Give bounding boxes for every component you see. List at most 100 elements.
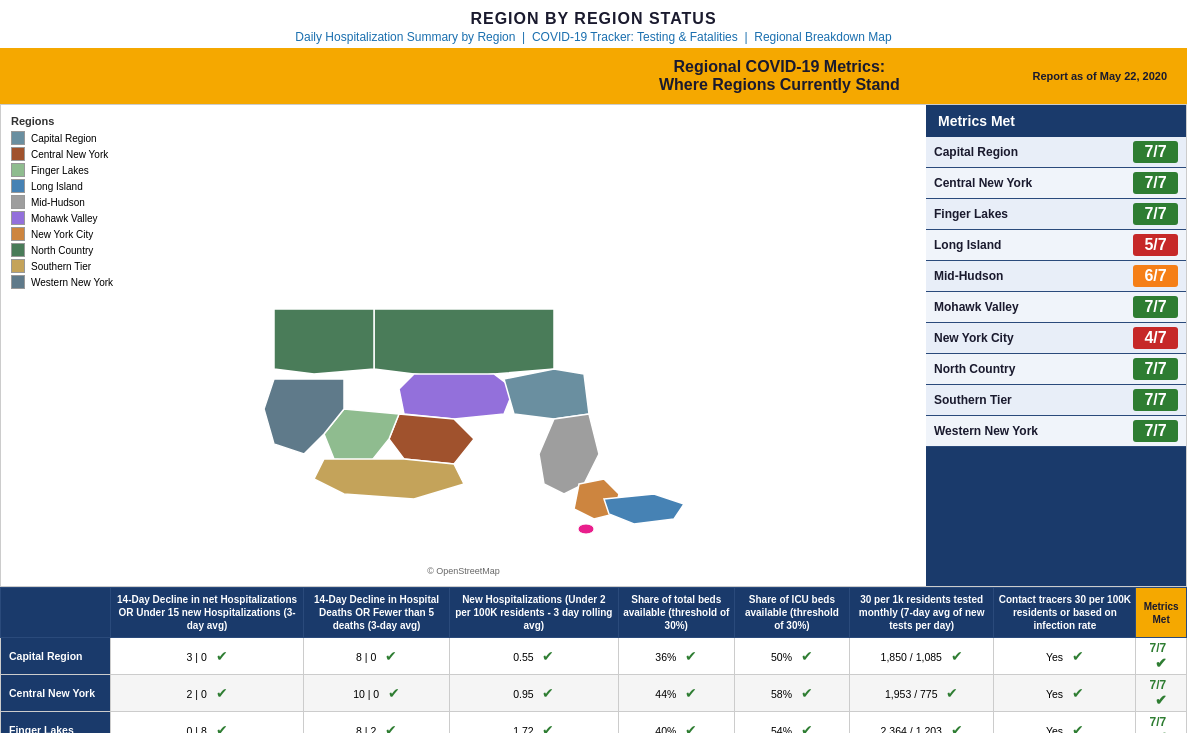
legend-color-mv — [11, 211, 25, 225]
col4-val: 40% ✔ — [618, 712, 734, 734]
col1-val: 0 | 8 ✔ — [111, 712, 304, 734]
check-icon: ✔ — [216, 722, 228, 733]
check-icon: ✔ — [801, 648, 813, 664]
table-row: Finger Lakes 0 | 8 ✔ 8 | 2 ✔ 1.72 ✔ 40% … — [1, 712, 1187, 734]
metrics-row: New York City 4/7 — [926, 323, 1186, 354]
metrics-region-name: Central New York — [934, 176, 1133, 190]
table-header-row: 14-Day Decline in net Hospitalizations O… — [1, 588, 1187, 638]
legend-label: Long Island — [31, 181, 83, 192]
col3-val: 0.55 ✔ — [450, 638, 619, 675]
legend-color-capital — [11, 131, 25, 145]
metrics-met-cell: 7/7 ✔ — [1136, 712, 1187, 734]
legend-color-wny — [11, 275, 25, 289]
col5-val: 54% ✔ — [734, 712, 849, 734]
legend-item: North Country — [11, 243, 916, 257]
region-name: Central New York — [1, 675, 111, 712]
check-icon: ✔ — [1155, 692, 1167, 708]
legend-label: North Country — [31, 245, 93, 256]
region-name: Capital Region — [1, 638, 111, 675]
check-icon: ✔ — [385, 648, 397, 664]
legend-item: Central New York — [11, 147, 916, 161]
legend-label: Mohawk Valley — [31, 213, 98, 224]
metrics-region-name: North Country — [934, 362, 1133, 376]
page-title-section: REGION BY REGION STATUS Daily Hospitaliz… — [0, 0, 1187, 48]
check-icon: ✔ — [1072, 685, 1084, 701]
metrics-region-name: Mid-Hudson — [934, 269, 1133, 283]
table-row: Capital Region 3 | 0 ✔ 8 | 0 ✔ 0.55 ✔ 36… — [1, 638, 1187, 675]
table-body: Capital Region 3 | 0 ✔ 8 | 0 ✔ 0.55 ✔ 36… — [1, 638, 1187, 734]
check-icon: ✔ — [685, 648, 697, 664]
th-mm: Metrics Met — [1136, 588, 1187, 638]
golden-header-title: Regional COVID-19 Metrics: Where Regions… — [526, 58, 1032, 94]
legend-color-li — [11, 179, 25, 193]
region-name: Finger Lakes — [1, 712, 111, 734]
legend-color-st — [11, 259, 25, 273]
metrics-region-name: Finger Lakes — [934, 207, 1133, 221]
metrics-score: 5/7 — [1133, 234, 1178, 256]
ny-state-map — [214, 299, 714, 559]
metrics-rows: Capital Region 7/7 Central New York 7/7 … — [926, 137, 1186, 447]
check-icon: ✔ — [542, 648, 554, 664]
metrics-score: 7/7 — [1133, 203, 1178, 225]
metrics-row: Western New York 7/7 — [926, 416, 1186, 447]
metrics-row: Central New York 7/7 — [926, 168, 1186, 199]
legend-item: Mid-Hudson — [11, 195, 916, 209]
legend-label: New York City — [31, 229, 93, 240]
subtitle-link-2[interactable]: COVID-19 Tracker: Testing & Fatalities — [532, 30, 738, 44]
col6-val: 2,364 / 1,203 ✔ — [849, 712, 993, 734]
col4-val: 44% ✔ — [618, 675, 734, 712]
col6-val: 1,953 / 775 ✔ — [849, 675, 993, 712]
metrics-row: Mid-Hudson 6/7 — [926, 261, 1186, 292]
th-col3: New Hospitalizations (Under 2 per 100K r… — [450, 588, 619, 638]
check-icon: ✔ — [946, 685, 958, 701]
subtitle-link-1[interactable]: Daily Hospitalization Summary by Region — [295, 30, 515, 44]
check-icon: ✔ — [388, 685, 400, 701]
legend-color-nc — [11, 243, 25, 257]
legend-item: New York City — [11, 227, 916, 241]
main-content: Regions Capital Region Central New York … — [0, 104, 1187, 587]
th-col6: 30 per 1k residents tested monthly (7-da… — [849, 588, 993, 638]
metrics-row: Mohawk Valley 7/7 — [926, 292, 1186, 323]
th-col5: Share of ICU beds available (threshold o… — [734, 588, 849, 638]
check-icon: ✔ — [1155, 729, 1167, 733]
metrics-panel-header: Metrics Met — [926, 105, 1186, 137]
legend-label: Western New York — [31, 277, 113, 288]
col2-val: 8 | 0 ✔ — [304, 638, 450, 675]
page-subtitle: Daily Hospitalization Summary by Region … — [0, 30, 1187, 44]
metrics-region-name: New York City — [934, 331, 1133, 345]
legend-label: Capital Region — [31, 133, 97, 144]
check-icon: ✔ — [685, 722, 697, 733]
legend-item: Finger Lakes — [11, 163, 916, 177]
col3-val: 1.72 ✔ — [450, 712, 619, 734]
metrics-score: 7/7 — [1133, 358, 1178, 380]
metrics-score: 6/7 — [1133, 265, 1178, 287]
col1-val: 2 | 0 ✔ — [111, 675, 304, 712]
subtitle-link-3[interactable]: Regional Breakdown Map — [754, 30, 891, 44]
col7-val: Yes ✔ — [994, 712, 1136, 734]
th-region — [1, 588, 111, 638]
check-icon: ✔ — [216, 648, 228, 664]
map-container: © OpenStreetMap — [11, 299, 916, 576]
col2-val: 10 | 0 ✔ — [304, 675, 450, 712]
legend-item: Capital Region — [11, 131, 916, 145]
col4-val: 36% ✔ — [618, 638, 734, 675]
legend-color-fl — [11, 163, 25, 177]
col7-val: Yes ✔ — [994, 638, 1136, 675]
check-icon: ✔ — [216, 685, 228, 701]
col7-val: Yes ✔ — [994, 675, 1136, 712]
metrics-score: 7/7 — [1133, 172, 1178, 194]
metrics-region-name: Long Island — [934, 238, 1133, 252]
report-date: Report as of May 22, 2020 — [1033, 70, 1168, 82]
col5-val: 58% ✔ — [734, 675, 849, 712]
legend-item: Mohawk Valley — [11, 211, 916, 225]
check-icon: ✔ — [951, 722, 963, 733]
metrics-region-name: Capital Region — [934, 145, 1133, 159]
metrics-score: 7/7 — [1133, 141, 1178, 163]
th-col2: 14-Day Decline in Hospital Deaths OR Few… — [304, 588, 450, 638]
legend-item: Long Island — [11, 179, 916, 193]
legend-label: Finger Lakes — [31, 165, 89, 176]
check-icon: ✔ — [542, 685, 554, 701]
metrics-score: 7/7 — [1133, 389, 1178, 411]
legend-label: Mid-Hudson — [31, 197, 85, 208]
check-icon: ✔ — [801, 722, 813, 733]
